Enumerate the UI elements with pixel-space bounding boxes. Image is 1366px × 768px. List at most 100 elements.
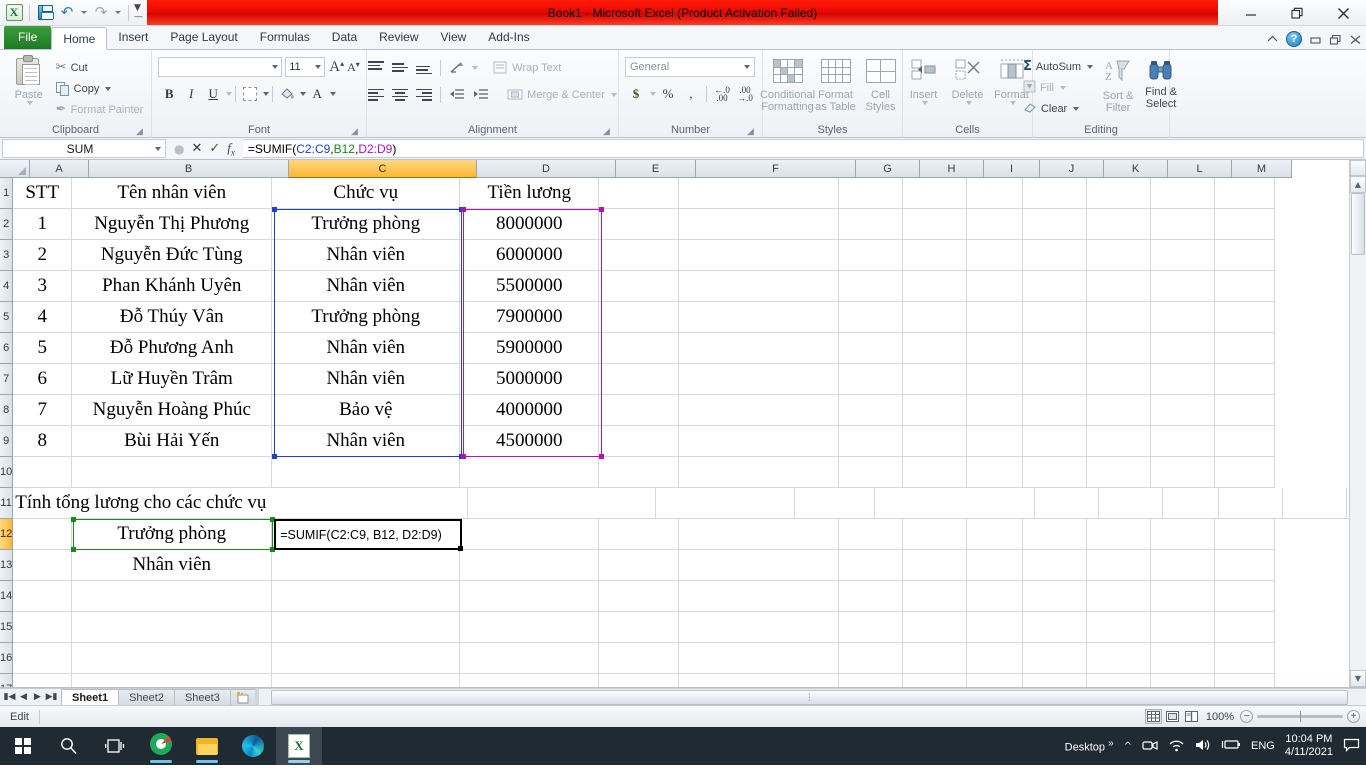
cell-H16[interactable] [903, 643, 968, 674]
cell-M7[interactable] [1215, 364, 1276, 395]
cell-J11[interactable] [1219, 488, 1284, 519]
search-button[interactable] [46, 727, 92, 765]
cell-K13[interactable] [1087, 550, 1152, 581]
cell-D15[interactable] [460, 612, 600, 643]
cell-K4[interactable] [1087, 271, 1152, 302]
font-color-dropdown-icon[interactable] [330, 91, 337, 96]
cell-J13[interactable] [1023, 550, 1088, 581]
file-explorer-button[interactable] [184, 727, 230, 765]
cell-J12[interactable] [1023, 519, 1088, 550]
copy-dropdown-icon[interactable] [105, 86, 112, 91]
redo-dropdown-icon[interactable] [113, 3, 123, 23]
edge-button[interactable] [230, 727, 276, 765]
cell-B9[interactable]: Bùi Hải Yến [72, 426, 273, 457]
cell-D2[interactable]: 8000000 [460, 209, 600, 240]
cell-A10[interactable] [13, 457, 73, 488]
cell-E1[interactable] [599, 178, 680, 209]
page-layout-view-button[interactable] [1164, 709, 1181, 724]
shrink-font-icon[interactable]: A ▾ [347, 60, 360, 75]
font-name-input[interactable] [158, 57, 283, 77]
cell-J10[interactable] [1023, 457, 1088, 488]
cell-C1[interactable]: Chức vụ [272, 178, 461, 209]
cell-B7[interactable]: Lữ Huyền Trâm [72, 364, 273, 395]
cell-J2[interactable] [1023, 209, 1088, 240]
cell-B16[interactable] [72, 643, 273, 674]
cell-H15[interactable] [903, 612, 968, 643]
delete-cells-dropdown-icon[interactable] [965, 101, 972, 105]
task-view-button[interactable] [92, 727, 138, 765]
cell-M2[interactable] [1215, 209, 1276, 240]
cell-H7[interactable] [903, 364, 968, 395]
cell-F10[interactable] [679, 457, 840, 488]
tab-home[interactable]: Home [51, 27, 108, 50]
sheet-navigation[interactable]: ▮◀ ◀ ▶ ▶▮ [0, 689, 61, 705]
cell-G5[interactable] [839, 302, 904, 333]
cell-D16[interactable] [460, 643, 600, 674]
cell-B13[interactable]: Nhân viên [72, 550, 273, 581]
cell-L3[interactable] [1151, 240, 1216, 271]
cell-G16[interactable] [839, 643, 904, 674]
conditional-formatting-button[interactable]: Conditional Formatting [760, 55, 815, 113]
cell-D10[interactable] [460, 457, 600, 488]
paste-dropdown-icon[interactable] [26, 101, 33, 105]
cell-E10[interactable] [599, 457, 680, 488]
row-header-15[interactable]: 15 [0, 612, 14, 643]
cell-F13[interactable] [679, 550, 840, 581]
cell-I10[interactable] [967, 457, 1024, 488]
cell-C9[interactable]: Nhân viên [272, 426, 461, 457]
row-header-9[interactable]: 9 [0, 426, 14, 457]
last-sheet-button[interactable]: ▶▮ [45, 692, 58, 702]
cell-A13[interactable] [13, 550, 73, 581]
cell-K12[interactable] [1087, 519, 1152, 550]
tab-page-layout[interactable]: Page Layout [159, 26, 248, 49]
cell-C2[interactable]: Trưởng phòng [272, 209, 461, 240]
cell-I8[interactable] [967, 395, 1024, 426]
cell-K16[interactable] [1087, 643, 1152, 674]
cell-E6[interactable] [599, 333, 680, 364]
language-indicator[interactable]: ENG [1251, 740, 1275, 752]
cell-C7[interactable]: Nhân viên [272, 364, 461, 395]
cell-F14[interactable] [679, 581, 840, 612]
cell-E11[interactable] [795, 488, 876, 519]
cell-C17[interactable] [272, 674, 461, 687]
cell-A12[interactable] [13, 519, 73, 550]
row-header-6[interactable]: 6 [0, 333, 14, 364]
tab-file[interactable]: File [4, 26, 52, 49]
tab-add-ins[interactable]: Add-Ins [477, 26, 540, 49]
cell-I11[interactable] [1163, 488, 1220, 519]
cell-F5[interactable] [679, 302, 840, 333]
cell-L9[interactable] [1151, 426, 1216, 457]
delete-cells-button[interactable]: Delete [947, 55, 989, 105]
tab-view[interactable]: View [430, 26, 478, 49]
cell-K17[interactable] [1087, 674, 1152, 687]
cell-E15[interactable] [599, 612, 680, 643]
cell-I13[interactable] [967, 550, 1024, 581]
tab-formulas[interactable]: Formulas [249, 26, 321, 49]
cell-E14[interactable] [599, 581, 680, 612]
cell-G15[interactable] [839, 612, 904, 643]
row-header-17[interactable]: 17 [0, 674, 14, 687]
cell-E17[interactable] [599, 674, 680, 687]
cell-M15[interactable] [1215, 612, 1276, 643]
copy-button[interactable]: Copy [53, 78, 147, 99]
cell-F8[interactable] [679, 395, 840, 426]
clear-button[interactable]: Clear [1020, 98, 1096, 119]
cell-editor-c12[interactable]: =SUMIF(C2:C9, B12, D2:D9) [274, 519, 464, 551]
autosum-button[interactable]: Σ AutoSum [1020, 56, 1096, 77]
clock[interactable]: 10:04 PM 4/11/2021 [1285, 733, 1333, 759]
cell-C16[interactable] [272, 643, 461, 674]
sheet-tab-sheet2[interactable]: Sheet2 [118, 689, 175, 706]
cell-C14[interactable] [272, 581, 461, 612]
sort-filter-button[interactable]: A Z Sort & Filter [1098, 56, 1138, 114]
merge-center-dropdown-icon[interactable] [610, 92, 617, 97]
cell-I5[interactable] [967, 302, 1024, 333]
cell-L5[interactable] [1151, 302, 1216, 333]
cell-J1[interactable] [1023, 178, 1088, 209]
excel-taskbar-button[interactable]: X [276, 727, 322, 765]
decrease-indent-button[interactable] [446, 84, 468, 105]
cell-I17[interactable] [967, 674, 1024, 687]
horizontal-scroll-thumb[interactable]: ⋮ [270, 690, 1348, 705]
font-name-dropdown-icon[interactable] [272, 65, 279, 69]
cell-D5[interactable]: 7900000 [460, 302, 600, 333]
row-header-7[interactable]: 7 [0, 364, 14, 395]
